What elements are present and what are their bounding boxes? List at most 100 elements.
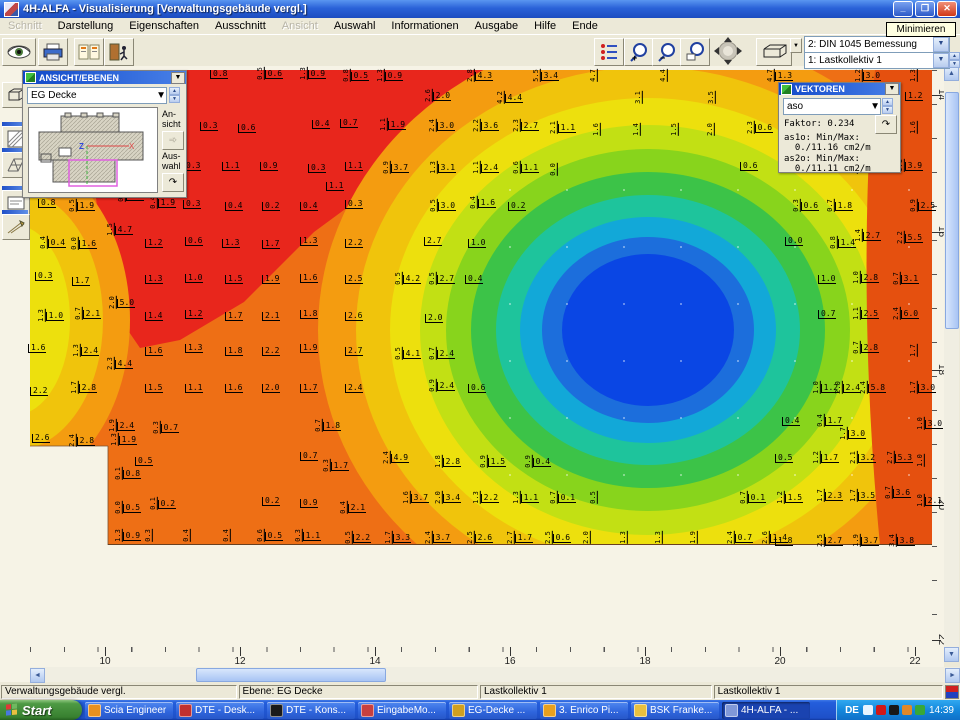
- panel-shade-button[interactable]: ▼: [171, 72, 185, 84]
- scroll-right-button[interactable]: ►: [945, 668, 960, 683]
- legend-button[interactable]: [594, 38, 624, 66]
- panel-shade-button[interactable]: ▼: [885, 83, 899, 95]
- taskbar-item[interactable]: DTE - Kons...: [267, 702, 355, 719]
- refresh-button[interactable]: ↷: [875, 115, 897, 134]
- taskbar-item-label: Scia Engineer: [104, 705, 166, 716]
- menu-item-eigenschaften[interactable]: Eigenschaften: [121, 19, 207, 33]
- panda-icon[interactable]: [889, 705, 899, 715]
- taskbar-item[interactable]: BSK Franke...: [631, 702, 719, 719]
- x-ruler-tick: [915, 647, 916, 656]
- taskbar-item[interactable]: EingabeMo...: [358, 702, 446, 719]
- level-spinner[interactable]: ▲▼: [169, 87, 180, 102]
- chevron-down-icon[interactable]: ▼: [870, 101, 880, 112]
- manual-button[interactable]: [74, 38, 104, 66]
- auswahl-label: Aus- wahl: [162, 151, 181, 171]
- eye-icon: [6, 43, 32, 61]
- ansicht-apply-button[interactable]: ➾: [162, 131, 184, 150]
- zoom-in-button[interactable]: +: [624, 38, 654, 66]
- start-button[interactable]: Start: [0, 700, 82, 720]
- media-red-icon[interactable]: [876, 705, 886, 715]
- vektoren-panel-titlebar[interactable]: VEKTOREN ▼: [779, 83, 900, 95]
- scroll-left-button[interactable]: ◄: [30, 668, 45, 683]
- view-3d-button[interactable]: [756, 38, 792, 66]
- x-ruler-tick: [645, 647, 646, 656]
- design-combo[interactable]: 2: DIN 1045 Bemessung ▼: [804, 36, 950, 53]
- taskbar-item[interactable]: Scia Engineer: [85, 702, 173, 719]
- menu-item-auswahl[interactable]: Auswahl: [326, 19, 384, 33]
- menu-item-ausgabe[interactable]: Ausgabe: [467, 19, 526, 33]
- menu-item-informationen[interactable]: Informationen: [383, 19, 466, 33]
- taskbar-item-label: EG-Decke ...: [468, 705, 525, 716]
- vector-display-button[interactable]: [2, 214, 30, 240]
- svg-text:X: X: [129, 142, 135, 151]
- app-window: 4H-ALFA - Visualisierung [Verwaltungsgeb…: [0, 0, 960, 720]
- zoom-in-icon: +: [629, 42, 649, 62]
- level-combo[interactable]: EG Decke ▼: [27, 87, 167, 104]
- zoom-out-icon: −: [657, 42, 677, 62]
- taskbar-item-label: 3. Enrico Pi...: [559, 705, 618, 716]
- chevron-left-icon[interactable]: [863, 705, 873, 715]
- x-ruler-number: 22: [909, 656, 920, 667]
- legend-list-icon: [599, 42, 619, 62]
- vertical-scroll-thumb[interactable]: [945, 92, 959, 329]
- vector-combo[interactable]: aso ▼: [783, 98, 881, 115]
- x-ruler-tick: [780, 647, 781, 656]
- ansicht-panel-titlebar[interactable]: ANSICHT/EBENEN ▼: [23, 71, 186, 84]
- brush-icon[interactable]: [902, 705, 912, 715]
- plan-preview[interactable]: X Z: [28, 107, 158, 193]
- taskbar-item-icon: [634, 704, 647, 717]
- restore-button[interactable]: ❐: [915, 1, 935, 17]
- loadcase-combo[interactable]: 1: Lastkollektiv 1 ▼: [804, 52, 950, 69]
- zoom-rect-icon: [685, 42, 705, 62]
- auswahl-apply-button[interactable]: ↷: [162, 173, 184, 192]
- as1o-label: as1o: Min/Max:: [784, 133, 860, 143]
- menu-item-ende[interactable]: Ende: [564, 19, 606, 33]
- text-box-icon: [7, 196, 25, 210]
- chevron-down-icon[interactable]: ▼: [933, 37, 949, 52]
- chevron-down-icon[interactable]: ▼: [933, 53, 949, 68]
- vektoren-panel: VEKTOREN ▼ aso ▼ ▲▼ Faktor: 0.234 ↷ as1o…: [778, 82, 901, 173]
- print-button[interactable]: [38, 38, 68, 66]
- language-indicator[interactable]: DE: [845, 705, 859, 716]
- toolbar: + −: [0, 34, 960, 66]
- zoom-window-button[interactable]: [680, 38, 710, 66]
- green-shield-icon[interactable]: [915, 705, 925, 715]
- as2o-value: 0./11.11 cm2/m: [784, 164, 871, 174]
- exit-button[interactable]: [104, 38, 134, 66]
- loadcase-spinner[interactable]: ▲▼: [949, 52, 960, 67]
- taskbar-item[interactable]: 3. Enrico Pi...: [540, 702, 628, 719]
- status-field: Ebene: EG Decke: [239, 685, 478, 699]
- faktor-value: Faktor: 0.234: [784, 119, 854, 129]
- x-ruler: [30, 647, 932, 652]
- taskbar-item[interactable]: EG-Decke ...: [449, 702, 537, 719]
- vektoren-panel-title: VEKTOREN: [795, 84, 845, 94]
- taskbar-item[interactable]: 4H-ALFA - ...: [722, 702, 810, 719]
- app-icon: [4, 2, 19, 17]
- horizontal-scroll-thumb[interactable]: [196, 668, 386, 682]
- start-label: Start: [22, 703, 52, 718]
- view-eye-button[interactable]: [2, 38, 36, 66]
- menu-item-hilfe[interactable]: Hilfe: [526, 19, 564, 33]
- zoom-out-button[interactable]: −: [652, 38, 682, 66]
- taskbar: Start Scia Engineer DTE - Desk...DTE - Ko…: [0, 700, 960, 720]
- taskbar-item-icon: [361, 704, 374, 717]
- close-button[interactable]: ✕: [937, 1, 957, 17]
- pan-button[interactable]: [710, 36, 746, 66]
- title-bar: 4H-ALFA - Visualisierung [Verwaltungsgeb…: [0, 0, 960, 18]
- taskbar-item-icon: [543, 704, 556, 717]
- chevron-down-icon[interactable]: ▼: [156, 90, 166, 101]
- menu-item-ausschnitt[interactable]: Ausschnitt: [207, 19, 274, 33]
- horizontal-scrollbar[interactable]: [30, 667, 959, 682]
- menu-item-darstellung[interactable]: Darstellung: [50, 19, 122, 33]
- scroll-down-button[interactable]: ▼: [944, 647, 959, 662]
- vector-spinner[interactable]: ▲▼: [882, 98, 893, 113]
- x-ruler-number: 14: [369, 656, 380, 667]
- curved-arrow-icon: ↷: [882, 119, 890, 130]
- system-tray: DE 14:39: [836, 700, 960, 720]
- taskbar-item-label: 4H-ALFA - ...: [741, 705, 798, 716]
- level-combo-value: EG Decke: [28, 90, 156, 101]
- status-field: Lastkollektiv 1: [480, 685, 712, 699]
- view-3d-dropdown[interactable]: ▼: [790, 38, 802, 53]
- minimize-button[interactable]: _: [893, 1, 913, 17]
- taskbar-item[interactable]: DTE - Desk...: [176, 702, 264, 719]
